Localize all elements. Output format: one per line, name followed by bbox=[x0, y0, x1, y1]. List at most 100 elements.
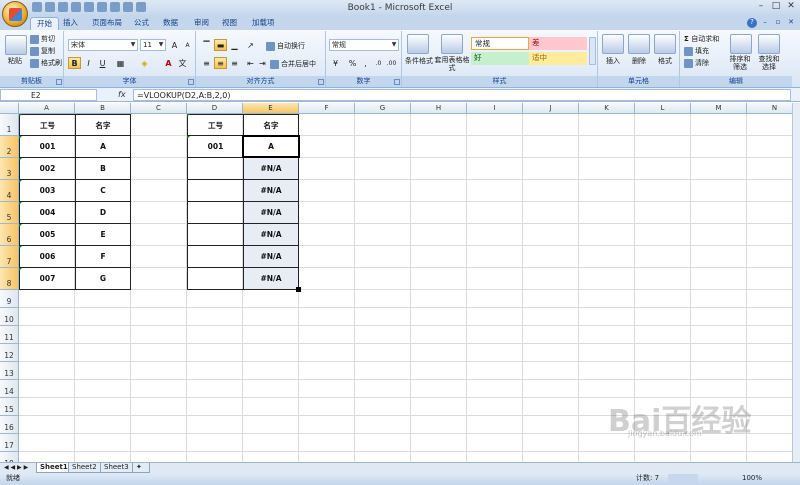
sort-filter-button[interactable]: 排序和筛选 bbox=[728, 55, 752, 71]
cell-E8[interactable]: #N/A bbox=[243, 268, 299, 290]
tab-page-layout[interactable]: 页面布局 bbox=[92, 17, 122, 30]
cell-D6[interactable] bbox=[187, 224, 243, 246]
tab-data[interactable]: 数据 bbox=[163, 17, 178, 30]
sheet-tab-3[interactable]: Sheet3 bbox=[100, 463, 133, 473]
conditional-format-icon[interactable] bbox=[407, 34, 429, 54]
paste-icon[interactable] bbox=[5, 35, 27, 55]
sort-filter-icon[interactable] bbox=[730, 34, 752, 54]
cell-D8[interactable] bbox=[187, 268, 243, 290]
column-header-M[interactable]: M bbox=[691, 103, 747, 114]
increase-decimal-icon[interactable]: .0 bbox=[372, 57, 385, 69]
row-header-12[interactable]: 12 bbox=[0, 344, 19, 362]
merge-center-button[interactable]: 合并后居中 bbox=[270, 59, 316, 69]
tab-view[interactable]: 视图 bbox=[222, 17, 237, 30]
sheet-tab-1[interactable]: Sheet1 bbox=[36, 463, 72, 473]
copy-button[interactable]: 复制 bbox=[30, 46, 55, 56]
cell-E3[interactable]: #N/A bbox=[243, 158, 299, 180]
row-header-16[interactable]: 16 bbox=[0, 416, 19, 434]
clear-button[interactable]: 清除 bbox=[684, 58, 709, 68]
fill-button[interactable]: 填充 bbox=[684, 46, 709, 56]
cell-A3[interactable]: 002 bbox=[19, 158, 75, 180]
shrink-font-icon[interactable]: A bbox=[181, 39, 194, 51]
row-header-3[interactable]: 3 bbox=[0, 158, 19, 180]
column-header-C[interactable]: C bbox=[131, 103, 187, 114]
column-header-A[interactable]: A bbox=[19, 103, 75, 114]
wrap-text-button[interactable]: 自动换行 bbox=[266, 41, 305, 51]
maximize-button[interactable]: □ bbox=[769, 1, 783, 13]
cell-D5[interactable] bbox=[187, 202, 243, 224]
number-format-select[interactable]: 常规 ▼ bbox=[329, 39, 399, 51]
row-header-10[interactable]: 10 bbox=[0, 308, 19, 326]
align-bottom-icon[interactable]: ▁ bbox=[228, 39, 241, 51]
tab-insert[interactable]: 插入 bbox=[63, 17, 78, 30]
format-table-icon[interactable] bbox=[441, 34, 463, 54]
delete-cells-icon[interactable] bbox=[628, 34, 650, 54]
column-header-D[interactable]: D bbox=[187, 103, 243, 114]
grow-font-icon[interactable]: A bbox=[168, 39, 181, 51]
italic-button[interactable]: I bbox=[82, 57, 95, 69]
cell-B2[interactable]: A bbox=[75, 136, 131, 158]
comma-icon[interactable]: , bbox=[359, 57, 372, 69]
clipboard-dialog-launcher[interactable] bbox=[56, 79, 62, 85]
find-select-icon[interactable] bbox=[758, 34, 780, 54]
column-header-E[interactable]: E bbox=[243, 103, 299, 114]
cell-A5[interactable]: 004 bbox=[19, 202, 75, 224]
ribbon-restore-button[interactable]: ▫ bbox=[773, 18, 783, 28]
orientation-icon[interactable]: ↗ bbox=[244, 39, 257, 51]
row-header-14[interactable]: 14 bbox=[0, 380, 19, 398]
align-middle-icon[interactable]: ▬ bbox=[214, 39, 227, 51]
row-header-1[interactable]: 1 bbox=[0, 114, 19, 136]
cell-B5[interactable]: D bbox=[75, 202, 131, 224]
office-button[interactable] bbox=[2, 1, 28, 27]
insert-cells-button[interactable]: 插入 bbox=[606, 56, 620, 66]
format-painter-button[interactable]: 格式刷 bbox=[30, 58, 62, 68]
row-header-18[interactable]: 18 bbox=[0, 452, 19, 462]
row-header-5[interactable]: 5 bbox=[0, 202, 19, 224]
delete-cells-button[interactable]: 删除 bbox=[632, 56, 646, 66]
cut-button[interactable]: 剪切 bbox=[30, 34, 55, 44]
name-box[interactable]: E2 bbox=[0, 89, 97, 101]
cell-A6[interactable]: 005 bbox=[19, 224, 75, 246]
row-header-2[interactable]: 2 bbox=[0, 136, 19, 158]
alignment-dialog-launcher[interactable] bbox=[318, 79, 324, 85]
font-name-select[interactable]: 宋体 ▼ bbox=[68, 39, 138, 51]
currency-icon[interactable]: ¥ bbox=[329, 57, 342, 69]
insert-sheet-icon[interactable]: ✦ bbox=[132, 463, 150, 473]
column-header-G[interactable]: G bbox=[355, 103, 411, 114]
sheet-nav-icons[interactable]: ◀ ◀ ▶ ▶ bbox=[4, 464, 28, 471]
style-neutral[interactable]: 适中 bbox=[529, 52, 587, 65]
cell-B4[interactable]: C bbox=[75, 180, 131, 202]
align-right-icon[interactable]: ≡ bbox=[228, 57, 241, 69]
align-top-icon[interactable]: ▔ bbox=[200, 39, 213, 51]
minimize-button[interactable]: – bbox=[754, 1, 768, 13]
format-table-button[interactable]: 套用表格格式 bbox=[434, 56, 470, 72]
bold-button[interactable]: B bbox=[68, 57, 81, 69]
number-dialog-launcher[interactable] bbox=[394, 79, 400, 85]
cell-A7[interactable]: 006 bbox=[19, 246, 75, 268]
cell-E5[interactable]: #N/A bbox=[243, 202, 299, 224]
cell-B7[interactable]: F bbox=[75, 246, 131, 268]
cell-D1[interactable]: 工号 bbox=[187, 114, 243, 136]
column-header-N[interactable]: N bbox=[747, 103, 792, 114]
tab-addins[interactable]: 加载项 bbox=[252, 17, 275, 30]
cell-B6[interactable]: E bbox=[75, 224, 131, 246]
phonetic-icon[interactable]: 文 bbox=[176, 57, 189, 69]
find-select-button[interactable]: 查找和选择 bbox=[756, 55, 782, 71]
insert-cells-icon[interactable] bbox=[602, 34, 624, 54]
font-color-button[interactable]: A bbox=[162, 57, 175, 69]
cell-A4[interactable]: 003 bbox=[19, 180, 75, 202]
ribbon-minimize-button[interactable]: – bbox=[760, 18, 770, 28]
close-button[interactable]: ✕ bbox=[784, 1, 798, 13]
column-header-F[interactable]: F bbox=[299, 103, 355, 114]
cell-E6[interactable]: #N/A bbox=[243, 224, 299, 246]
row-header-11[interactable]: 11 bbox=[0, 326, 19, 344]
column-header-L[interactable]: L bbox=[635, 103, 691, 114]
decrease-decimal-icon[interactable]: .00 bbox=[385, 57, 398, 69]
font-size-select[interactable]: 11 ▼ bbox=[140, 39, 166, 51]
fill-color-icon[interactable]: ◈ bbox=[138, 57, 151, 69]
cell-D4[interactable] bbox=[187, 180, 243, 202]
row-header-9[interactable]: 9 bbox=[0, 290, 19, 308]
percent-button[interactable]: % bbox=[346, 57, 359, 69]
column-header-K[interactable]: K bbox=[579, 103, 635, 114]
paste-button[interactable]: 粘贴 bbox=[8, 56, 22, 66]
